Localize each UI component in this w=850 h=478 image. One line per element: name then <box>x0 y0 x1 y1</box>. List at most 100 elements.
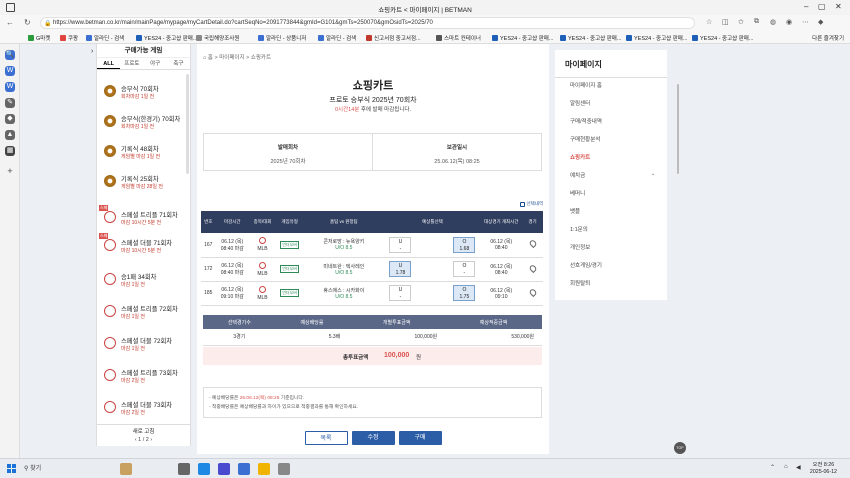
over-odds-button[interactable]: O 1.75 <box>453 285 476 301</box>
bookmark-item[interactable]: 국립해양조사원 <box>196 34 239 42</box>
bookmark-item[interactable]: YES24 - 중고샵 판매... <box>626 34 687 42</box>
collections-icon[interactable]: ⧉ <box>754 18 759 26</box>
drop-icon[interactable]: ▲ <box>5 130 15 140</box>
refresh-icon[interactable]: ↻ <box>24 18 31 27</box>
split-screen-icon[interactable]: ◫ <box>722 18 729 26</box>
tab-all[interactable]: ALL <box>97 58 121 69</box>
tools-icon[interactable]: ✎ <box>5 98 15 108</box>
game-item[interactable]: 승1패 34회차 마감 1일 전 <box>103 268 188 296</box>
app-icon[interactable] <box>238 463 250 475</box>
game-item[interactable]: 스페셜 더블 72회차 마감 1일 전 <box>103 332 188 360</box>
app-icon[interactable] <box>278 463 290 475</box>
location-pin-icon[interactable] <box>527 239 538 249</box>
list-button[interactable]: 목록 <box>304 431 348 445</box>
selection-checkbox[interactable]: 선택내역 <box>520 201 543 207</box>
game-item[interactable]: 스페 스페셜 더블 71회차 마감 10시간 5분 전 <box>99 233 188 262</box>
widget-icon[interactable] <box>120 463 132 475</box>
location-pin-icon[interactable] <box>527 263 538 273</box>
menu-inquiry[interactable]: 1:1문의 <box>570 225 588 233</box>
next-page-icon[interactable]: › <box>150 437 152 443</box>
url-field[interactable]: 🔒 https://www.betman.co.kr/main/mainPage… <box>40 17 695 29</box>
tab-soccer[interactable]: 축구 <box>167 58 190 69</box>
scroll-top-button[interactable]: TOP <box>674 442 686 454</box>
bookmark-item[interactable]: YES24 - 중고샵 판매... <box>136 34 197 42</box>
task-view-icon[interactable] <box>178 463 190 475</box>
home-icon[interactable]: ⌂ <box>203 55 206 61</box>
volume-icon[interactable]: ◀ <box>796 464 801 471</box>
game-item[interactable]: 기록식 48회차 게임별 마감 1일 전 <box>103 140 188 168</box>
menu-purchase-history[interactable]: 구매/적중내역 <box>570 117 602 125</box>
edge-icon[interactable] <box>198 463 210 475</box>
menu-deposit[interactable]: 예치금 <box>570 171 585 179</box>
bookmark-item[interactable]: G마켓 <box>28 34 50 42</box>
profile-icon[interactable]: ◉ <box>786 18 792 26</box>
taskbar-clock[interactable]: 오전 8:26 2025-06-12 <box>810 462 837 476</box>
app-icon[interactable] <box>218 463 230 475</box>
prev-page-icon[interactable]: ‹ <box>135 437 137 443</box>
game-item[interactable]: 스페 스페셜 트리플 71회차 마감 10시간 5분 전 <box>99 205 188 234</box>
bookmark-item[interactable]: 알라딘 - 상품니저 <box>258 34 306 42</box>
under-odds-button[interactable]: U- <box>389 285 412 301</box>
more-icon[interactable]: ⋯ <box>802 18 809 26</box>
favorites-icon[interactable]: ✩ <box>738 18 744 26</box>
menu-purchase-analysis[interactable]: 구매현황분석 <box>570 135 600 143</box>
buy-button[interactable]: 구매 <box>398 431 442 445</box>
refresh-button[interactable]: 새로 고침 <box>97 427 190 435</box>
under-odds-button[interactable]: U 1.78 <box>389 261 412 277</box>
bookmark-item[interactable]: YES24 - 중고샵 판매... <box>692 34 753 42</box>
tab-proto[interactable]: 프로토 <box>120 58 143 69</box>
back-icon[interactable]: ← <box>6 18 14 27</box>
under-odds-button[interactable]: U- <box>389 236 412 253</box>
screenshot-icon[interactable]: ▦ <box>5 146 15 156</box>
breadcrumb-home[interactable]: 홈 <box>208 55 213 61</box>
bookmark-item[interactable]: 알라딘 - 검색 <box>86 34 124 42</box>
other-favorites[interactable]: 다른 즐겨찾기 <box>812 34 844 42</box>
game-icon[interactable]: ◆ <box>5 114 15 124</box>
bookmark-item[interactable]: 신고서점 중고서점... <box>366 34 421 42</box>
search-icon[interactable]: 🔍 <box>5 50 15 60</box>
menu-shopping-cart[interactable]: 쇼핑카트 <box>570 153 590 161</box>
menu-notifications[interactable]: 알림센터 <box>570 99 590 107</box>
chevron-right-icon[interactable]: › <box>91 48 93 55</box>
bookmark-item[interactable]: 알라딘 - 검색 <box>318 34 356 42</box>
page-scrollbar[interactable] <box>677 84 679 174</box>
outlook-icon[interactable]: W <box>5 66 15 76</box>
taskbar-search[interactable]: ⚲ 찾기 <box>24 463 41 472</box>
star-icon[interactable]: ☆ <box>706 18 712 26</box>
bookmark-item[interactable]: YES24 - 중고샵 판매... <box>492 34 553 42</box>
game-item[interactable]: 기록식 25회차 게임별 마감 28일 전 <box>103 170 188 198</box>
breadcrumb-mypage[interactable]: 마이페이지 <box>219 55 244 61</box>
edit-button[interactable]: 수정 <box>351 431 395 445</box>
game-item[interactable]: 스페셜 더블 73회차 마감 2일 전 <box>103 396 188 424</box>
copilot-icon[interactable]: ◍ <box>770 18 776 26</box>
file-explorer-icon[interactable] <box>258 463 270 475</box>
tray-up-icon[interactable]: ⌃ <box>770 464 775 471</box>
game-item[interactable]: 승부식 70회차 회차마감 1일 전 <box>103 80 188 108</box>
over-odds-button[interactable]: O- <box>453 261 476 277</box>
add-icon[interactable]: + <box>5 166 15 176</box>
menu-betple[interactable]: 뱃플 <box>570 207 580 215</box>
edge-copilot-icon[interactable]: ◆ <box>818 18 823 26</box>
bookmark-item[interactable]: 스마트 컨테이너 <box>436 34 481 42</box>
windows-start-icon[interactable] <box>7 464 16 473</box>
menu-bemoney[interactable]: 베머니 <box>570 189 585 197</box>
game-item[interactable]: 스페셜 트리플 72회차 마감 1일 전 <box>103 300 188 328</box>
location-pin-icon[interactable] <box>527 287 538 297</box>
menu-mypage-home[interactable]: 마이페이지 홈 <box>570 81 602 89</box>
game-item[interactable]: 승부식(한경기) 70회차 회차마감 1일 전 <box>103 110 188 138</box>
over-odds-button[interactable]: O 1.68 <box>453 236 476 253</box>
bookmark-item[interactable]: YES24 - 중고샵 판매... <box>560 34 621 42</box>
menu-preferred-games[interactable]: 선호게임/경기 <box>570 261 602 269</box>
maximize-button[interactable]: ▢ <box>818 2 826 11</box>
checkbox-icon[interactable] <box>520 201 526 207</box>
menu-personal-info[interactable]: 개인정보 <box>570 243 590 251</box>
bing-icon[interactable]: W <box>5 82 15 92</box>
tab-baseball[interactable]: 야구 <box>144 58 167 69</box>
menu-withdraw[interactable]: 회원탈퇴 <box>570 279 590 287</box>
close-button[interactable]: ✕ <box>835 2 842 11</box>
game-item[interactable]: 스페셜 트리플 73회차 마감 2일 전 <box>103 364 188 392</box>
minimize-button[interactable]: – <box>804 2 808 11</box>
bookmark-item[interactable]: 쿠팡 <box>60 34 78 42</box>
chevron-down-icon[interactable]: ⌄ <box>651 171 655 177</box>
network-icon[interactable]: ⌂ <box>784 464 788 470</box>
